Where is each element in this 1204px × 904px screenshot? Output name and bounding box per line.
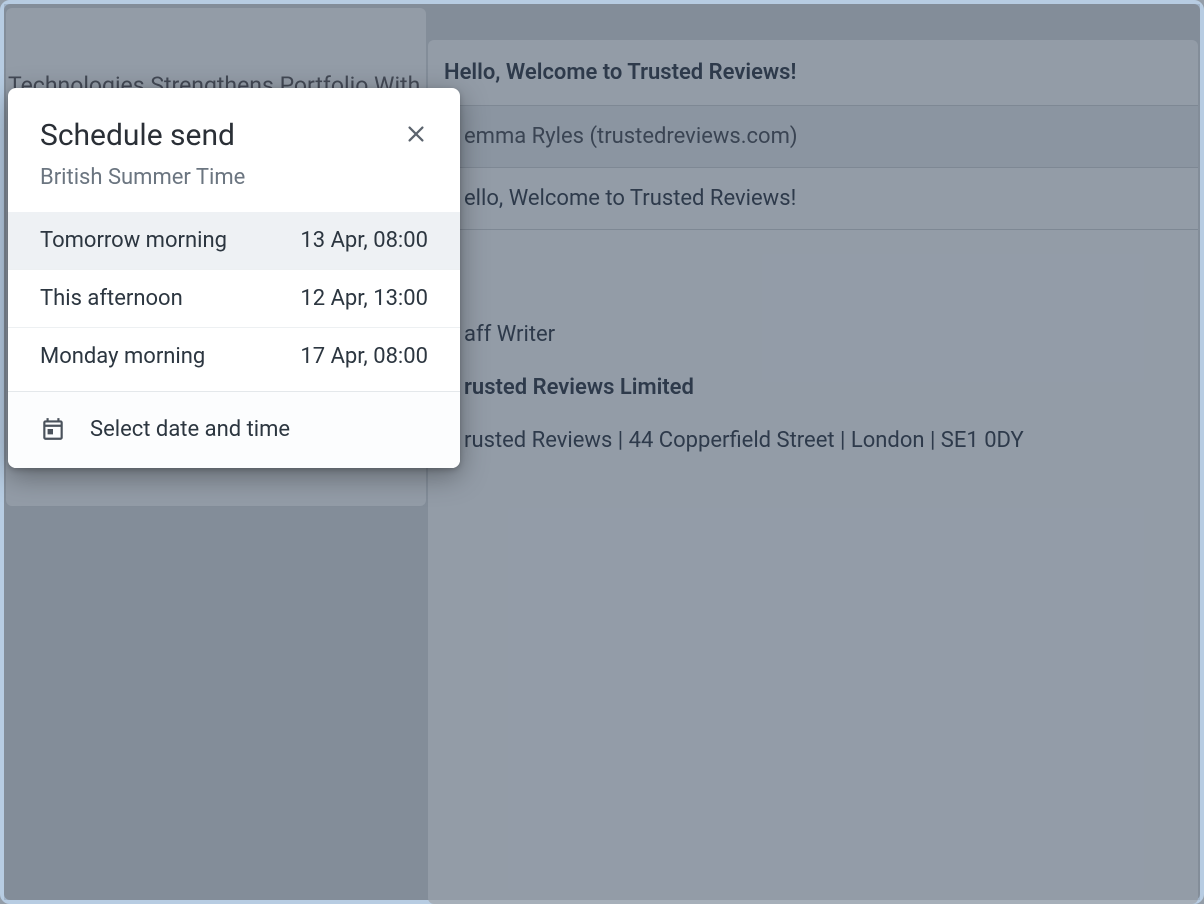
body-line-3: rusted Reviews | 44 Copperfield Street |… [464,424,1198,457]
body-line-2: rusted Reviews Limited [464,371,1198,404]
compose-subject-row: ello, Welcome to Trusted Reviews! [428,168,1198,230]
option-label: Tomorrow morning [40,228,227,253]
close-icon [405,123,427,145]
select-date-time-button[interactable]: Select date and time [8,392,460,468]
compose-panel-bg: Hello, Welcome to Trusted Reviews! emma … [428,40,1198,904]
option-label: Monday morning [40,344,205,369]
close-button[interactable] [400,118,432,150]
schedule-option-tomorrow-morning[interactable]: Tomorrow morning 13 Apr, 08:00 [8,212,460,269]
dialog-timezone: British Summer Time [40,165,428,190]
schedule-options-list: Tomorrow morning 13 Apr, 08:00 This afte… [8,212,460,385]
body-line-1: aff Writer [464,318,1198,351]
option-time: 13 Apr, 08:00 [300,228,428,253]
schedule-send-dialog: Schedule send British Summer Time Tomorr… [8,88,460,468]
option-time: 12 Apr, 13:00 [300,286,428,311]
option-label: This afternoon [40,286,183,311]
schedule-option-monday-morning[interactable]: Monday morning 17 Apr, 08:00 [8,327,460,385]
dialog-title: Schedule send [40,118,428,153]
compose-body: aff Writer rusted Reviews Limited rusted… [428,230,1198,457]
select-date-time-label: Select date and time [90,417,290,442]
compose-from-row: emma Ryles (trustedreviews.com) [428,106,1198,168]
schedule-option-this-afternoon[interactable]: This afternoon 12 Apr, 13:00 [8,269,460,327]
compose-header: Hello, Welcome to Trusted Reviews! [428,40,1198,106]
option-time: 17 Apr, 08:00 [300,344,428,369]
calendar-icon [40,416,66,442]
dialog-header: Schedule send British Summer Time [8,88,460,212]
